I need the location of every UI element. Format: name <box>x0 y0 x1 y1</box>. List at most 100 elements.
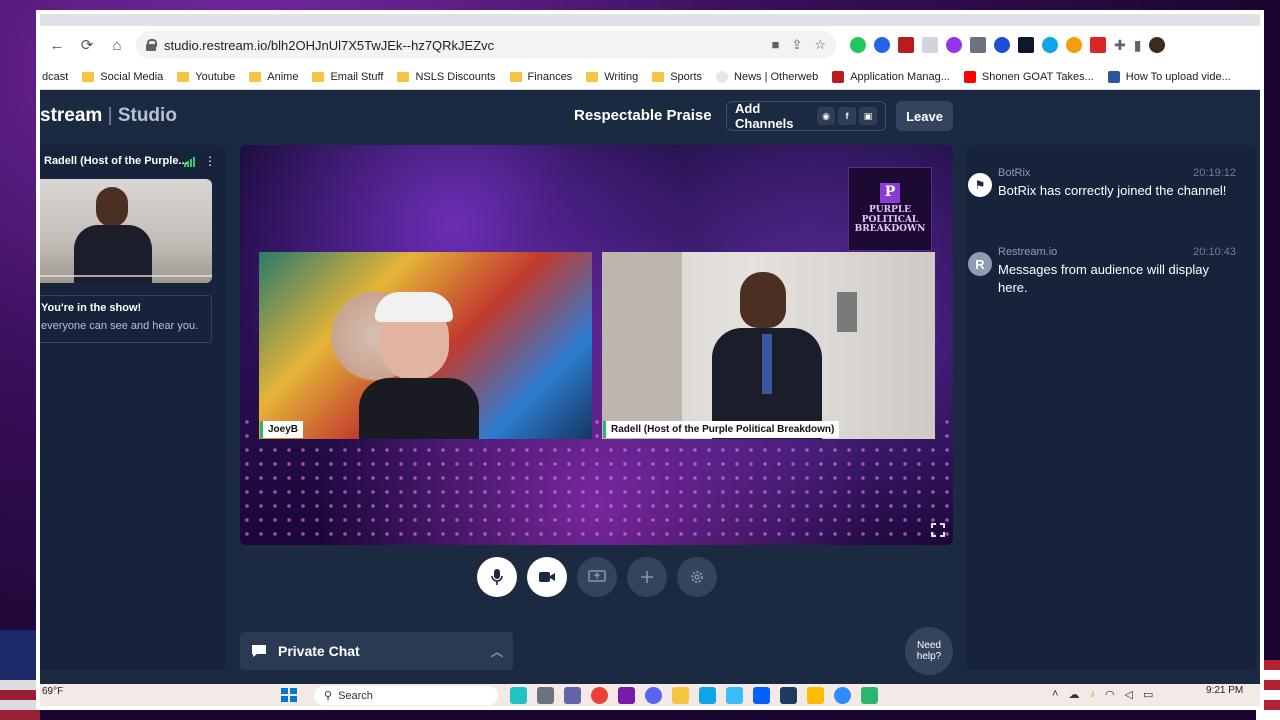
chevron-up-icon[interactable]: ˄ <box>1052 688 1058 701</box>
in-show-notice: You're in the show! everyone can see and… <box>40 295 212 343</box>
teams-icon[interactable] <box>564 687 581 704</box>
more-options-icon[interactable]: ⋮ <box>204 154 216 168</box>
microphone-button[interactable] <box>477 557 517 597</box>
browser-toolbar: ← ⟳ ⌂ studio.restream.io/blh2OHJnUl7X5Tw… <box>40 26 1260 64</box>
camera-icon[interactable]: ■ <box>772 37 780 53</box>
search-icon: ⚲ <box>324 690 333 702</box>
back-icon[interactable]: ← <box>46 34 68 56</box>
extension-icon[interactable] <box>1042 37 1058 53</box>
volume-icon[interactable]: ◁ <box>1125 688 1133 701</box>
windows-start-icon[interactable] <box>280 687 298 703</box>
tab-strip[interactable] <box>40 14 1260 26</box>
taskbar-apps <box>510 687 878 704</box>
clock[interactable]: 9:21 PM <box>1206 685 1243 696</box>
sidebar-icon[interactable]: ▮ <box>1134 37 1142 54</box>
brand-name: stream <box>40 105 103 126</box>
steam-icon[interactable] <box>780 687 797 704</box>
fullscreen-icon[interactable] <box>931 523 945 537</box>
chrome-icon[interactable] <box>591 687 608 704</box>
add-channels-button[interactable]: Add Channels ◉ f ▣ <box>726 101 886 131</box>
bookmark-label: Finances <box>527 70 573 83</box>
bookmark-item[interactable]: NSLS Discounts <box>397 71 496 83</box>
store-icon[interactable] <box>699 687 716 704</box>
bookmark-item[interactable]: dcast <box>42 71 68 83</box>
plus-icon <box>641 571 653 583</box>
app-icon[interactable] <box>726 687 743 704</box>
cloud-icon[interactable]: ☁ <box>1068 688 1079 701</box>
taskbar-search[interactable]: ⚲ Search <box>314 686 498 705</box>
private-chat-toggle[interactable]: Private Chat ︿ <box>240 632 513 670</box>
extension-icon[interactable] <box>1018 37 1034 53</box>
weather-widget[interactable]: 69°F <box>42 686 63 697</box>
app-icon[interactable] <box>861 687 878 704</box>
discord-icon[interactable] <box>645 687 662 704</box>
puzzle-icon[interactable]: ✚ <box>1114 37 1126 54</box>
app-icon[interactable] <box>807 687 824 704</box>
settings-button[interactable] <box>677 557 717 597</box>
add-button[interactable] <box>627 557 667 597</box>
bookmark-item[interactable]: Finances <box>509 70 573 83</box>
onenote-icon[interactable] <box>618 687 635 704</box>
chat-message: R Restream.io 20:10:43 Messages from aud… <box>968 246 1236 296</box>
extension-icon[interactable] <box>1066 37 1082 53</box>
extension-icon[interactable] <box>946 37 962 53</box>
microphone-icon[interactable]: ♪ <box>1089 688 1095 701</box>
gear-icon <box>691 571 703 583</box>
video-tile[interactable]: JoeyB <box>259 252 592 439</box>
address-bar[interactable]: studio.restream.io/blh2OHJnUl7X5TwJEk--h… <box>136 31 836 59</box>
extension-icon[interactable] <box>922 37 938 53</box>
bookmark-label: Anime <box>267 70 299 83</box>
reload-icon[interactable]: ⟳ <box>76 34 98 56</box>
home-icon[interactable]: ⌂ <box>106 34 128 56</box>
bookmark-label: Shonen GOAT Takes... <box>981 70 1094 83</box>
video-tile[interactable]: Radell (Host of the Purple Political Bre… <box>602 252 935 439</box>
wifi-icon[interactable]: ◠ <box>1105 688 1115 701</box>
screen-share-button[interactable] <box>577 557 617 597</box>
battery-icon[interactable]: ▭ <box>1143 688 1153 701</box>
bookmark-item[interactable]: Email Stuff <box>312 71 383 83</box>
extension-icon[interactable] <box>874 37 890 53</box>
chat-text: BotRix has correctly joined the channel! <box>998 183 1227 198</box>
chat-timestamp: 20:19:12 <box>1193 167 1236 179</box>
file-explorer-icon[interactable] <box>672 687 689 704</box>
bookmark-item[interactable]: Social Media <box>82 71 163 83</box>
bookmark-item[interactable]: Anime <box>249 71 298 83</box>
avatar[interactable] <box>1149 37 1166 53</box>
stream-title[interactable]: Respectable Praise <box>574 107 712 124</box>
youtube-icon <box>963 70 976 83</box>
screen-share-icon <box>588 570 606 582</box>
bookmark-item[interactable]: Writing <box>586 71 638 83</box>
url-text: studio.restream.io/blh2OHJnUl7X5TwJEk--h… <box>164 37 495 53</box>
copilot-icon[interactable] <box>510 687 527 704</box>
in-show-subtitle: everyone can see and hear you. <box>41 320 199 332</box>
extension-icon[interactable] <box>994 37 1010 53</box>
bookmark-item[interactable]: How To upload vide... <box>1107 70 1231 83</box>
task-view-icon[interactable] <box>537 687 554 704</box>
facebook-icon: f <box>838 107 856 125</box>
extension-icon[interactable] <box>898 37 914 53</box>
share-icon[interactable]: ⇪ <box>791 37 802 53</box>
extension-icon[interactable] <box>1090 37 1106 53</box>
leave-button[interactable]: Leave <box>896 101 953 131</box>
broadcast-stage[interactable]: P PURPLE POLITICAL BREAKDOWN JoeyB Radel… <box>240 145 953 545</box>
folder-icon <box>177 71 190 82</box>
dropbox-icon[interactable] <box>753 687 770 704</box>
participant-name-label: JoeyB <box>260 421 304 438</box>
camera-button[interactable] <box>527 557 567 597</box>
grammarly-icon[interactable] <box>850 37 866 53</box>
bookmark-item[interactable]: Application Manag... <box>832 70 950 83</box>
bookmark-item[interactable]: Shonen GOAT Takes... <box>963 70 1094 83</box>
extension-icon[interactable] <box>970 37 986 53</box>
zoom-icon[interactable] <box>834 687 851 704</box>
bookmark-label: Email Stuff <box>330 70 384 83</box>
restream-studio: stream | Studio Respectable Praise Add C… <box>40 90 1260 684</box>
self-preview-video[interactable] <box>40 179 212 283</box>
folder-icon <box>312 71 325 82</box>
participant-video <box>359 292 479 439</box>
bookmark-item[interactable]: Sports <box>652 71 702 83</box>
need-help-button[interactable]: Need help? <box>905 627 953 675</box>
bookmark-item[interactable]: News | Otherweb <box>716 70 818 83</box>
folder-icon <box>652 71 665 82</box>
bookmark-star-icon[interactable]: ☆ <box>814 37 826 53</box>
bookmark-item[interactable]: Youtube <box>177 71 235 83</box>
